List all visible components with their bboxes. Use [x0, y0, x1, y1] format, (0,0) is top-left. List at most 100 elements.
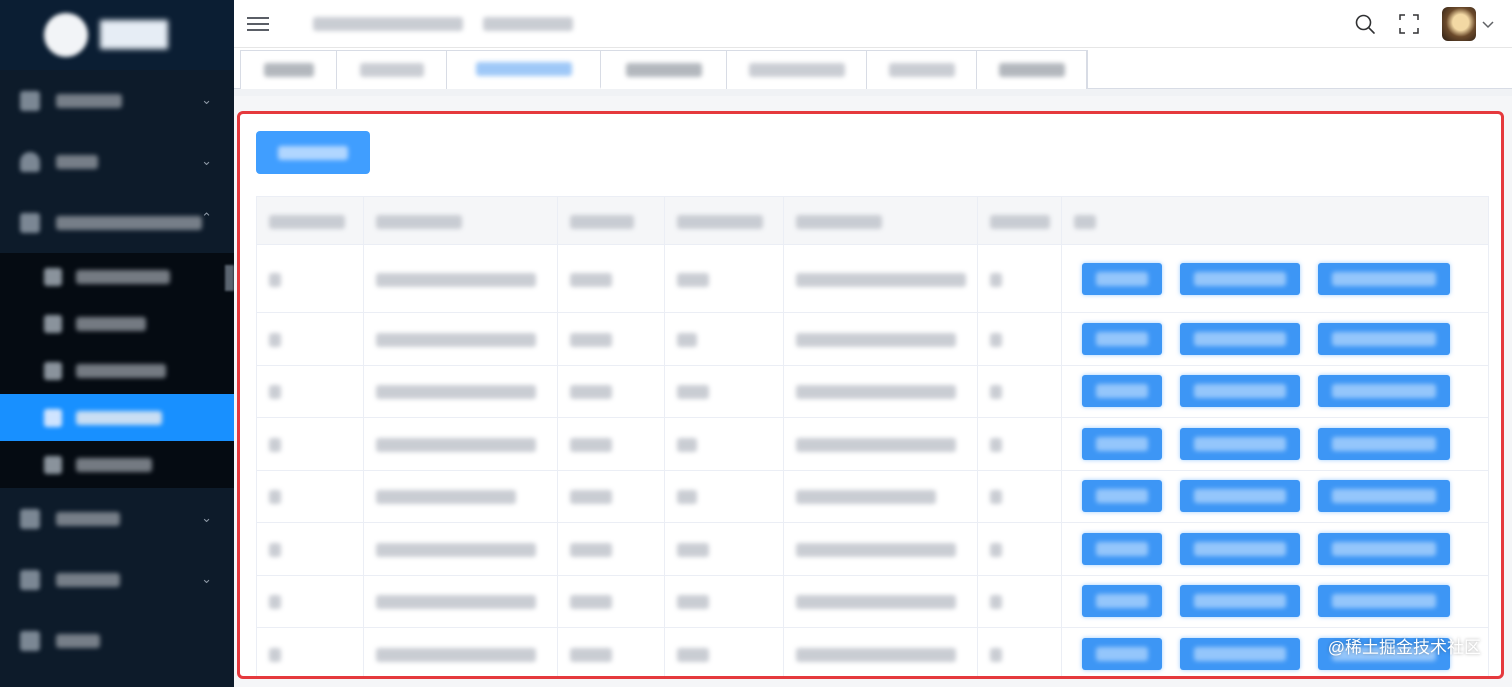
gift-icon — [44, 314, 62, 333]
table-cell — [363, 522, 558, 576]
row-action-button-2[interactable] — [1180, 532, 1300, 565]
table-cell — [977, 244, 1062, 313]
fullscreen-icon[interactable] — [1398, 13, 1420, 35]
table-cell-value — [269, 437, 281, 452]
chevron-up-icon: ⌃ — [201, 210, 212, 225]
submenu-5-icon — [44, 455, 62, 474]
table-cell-value — [570, 647, 612, 662]
submenu-item-3[interactable] — [0, 347, 234, 394]
table-cell-actions — [1061, 244, 1489, 313]
table-cell — [977, 364, 1062, 418]
row-action-button-2[interactable] — [1180, 480, 1300, 513]
table-cell — [256, 312, 364, 366]
message-icon — [20, 212, 40, 233]
row-action-button-1[interactable] — [1082, 427, 1162, 460]
row-action-button-3[interactable] — [1318, 585, 1450, 618]
tag-3-active[interactable] — [447, 51, 601, 89]
column-header — [977, 196, 1062, 245]
table-cell — [256, 627, 364, 676]
row-action-button-2[interactable] — [1180, 427, 1300, 460]
column-header — [664, 196, 784, 245]
row-action-button-2[interactable] — [1180, 262, 1300, 295]
submenu-item-1[interactable] — [0, 253, 234, 300]
row-action-label — [1332, 384, 1436, 399]
table-cell-value — [376, 437, 536, 452]
table-cell-value — [796, 542, 956, 557]
tag-4[interactable] — [601, 51, 727, 89]
table-cell-actions — [1061, 417, 1489, 471]
submenu-item-4[interactable] — [0, 394, 234, 441]
tag-2[interactable] — [337, 51, 447, 89]
row-action-button-1[interactable] — [1082, 322, 1162, 355]
breadcrumb-item-1[interactable] — [313, 16, 463, 31]
sidebar-menu-2[interactable]: ⌄ — [0, 131, 234, 192]
table-cell — [783, 312, 978, 366]
table-cell — [783, 244, 978, 313]
submenu-item-1-label — [76, 269, 170, 284]
app-logo[interactable]: ████ — [0, 0, 234, 70]
row-action-button-1[interactable] — [1082, 375, 1162, 408]
table-cell-value — [677, 332, 697, 347]
hamburger-icon[interactable] — [247, 16, 269, 31]
row-action-button-3[interactable] — [1318, 375, 1450, 408]
table-cell-value — [990, 595, 1002, 610]
chevron-down-icon: ⌄ — [201, 92, 212, 107]
user-menu[interactable] — [1442, 7, 1494, 41]
sidebar-scrollbar[interactable] — [225, 265, 234, 291]
table-cell — [783, 627, 978, 676]
sidebar-menu-4[interactable]: ⌄ — [0, 488, 234, 549]
sidebar-menu-3[interactable]: ⌃ — [0, 192, 234, 253]
table-cell-value — [570, 332, 612, 347]
sidebar-menu-1[interactable]: ⌄ — [0, 70, 234, 131]
row-action-button-1[interactable] — [1082, 532, 1162, 565]
chevron-down-icon: ⌄ — [201, 510, 212, 525]
row-action-label — [1194, 541, 1286, 556]
table-cell-value — [677, 385, 709, 400]
table-cell-value — [570, 490, 612, 505]
row-action-label — [1096, 271, 1148, 286]
submenu-item-5[interactable] — [0, 441, 234, 488]
table-cell — [256, 244, 364, 313]
row-action-button-2[interactable] — [1180, 375, 1300, 408]
row-action-label — [1194, 489, 1286, 504]
column-header — [783, 196, 978, 245]
row-action-button-2[interactable] — [1180, 585, 1300, 618]
add-button[interactable] — [256, 131, 370, 174]
table-cell — [783, 364, 978, 418]
row-action-label — [1096, 489, 1148, 504]
tag-7[interactable] — [977, 51, 1087, 89]
row-action-button-2[interactable] — [1180, 637, 1300, 670]
table-cell-value — [269, 332, 281, 347]
row-action-button-3[interactable] — [1318, 480, 1450, 513]
row-action-button-3[interactable] — [1318, 532, 1450, 565]
tag-2-label — [359, 63, 424, 77]
tag-1[interactable] — [241, 51, 337, 89]
table-header-row — [256, 196, 1489, 245]
submenu-item-2[interactable] — [0, 300, 234, 347]
table-cell — [256, 417, 364, 471]
column-header — [363, 196, 558, 245]
row-action-button-1[interactable] — [1082, 637, 1162, 670]
row-action-button-1[interactable] — [1082, 585, 1162, 618]
row-action-label — [1332, 594, 1436, 609]
row-action-button-2[interactable] — [1180, 322, 1300, 355]
tag-6-label — [888, 63, 955, 77]
row-action-button-3[interactable] — [1318, 262, 1450, 295]
sidebar-menu-3-label — [56, 215, 202, 230]
tag-6[interactable] — [867, 51, 977, 89]
tag-4-label — [625, 63, 702, 77]
sidebar-menu-5[interactable]: ⌄ — [0, 549, 234, 610]
row-action-button-1[interactable] — [1082, 480, 1162, 513]
sidebar-menu-6[interactable] — [0, 610, 234, 671]
row-action-button-1[interactable] — [1082, 262, 1162, 295]
search-icon[interactable] — [1354, 13, 1376, 35]
sidebar-menu-2-label — [56, 154, 98, 169]
tag-5[interactable] — [727, 51, 867, 89]
table-row — [256, 417, 1489, 471]
table-cell-value — [990, 332, 1002, 347]
row-action-label — [1332, 436, 1436, 451]
row-action-button-3[interactable] — [1318, 322, 1450, 355]
row-action-button-3[interactable] — [1318, 427, 1450, 460]
table-cell-actions — [1061, 364, 1489, 418]
row-action-label — [1194, 384, 1286, 399]
